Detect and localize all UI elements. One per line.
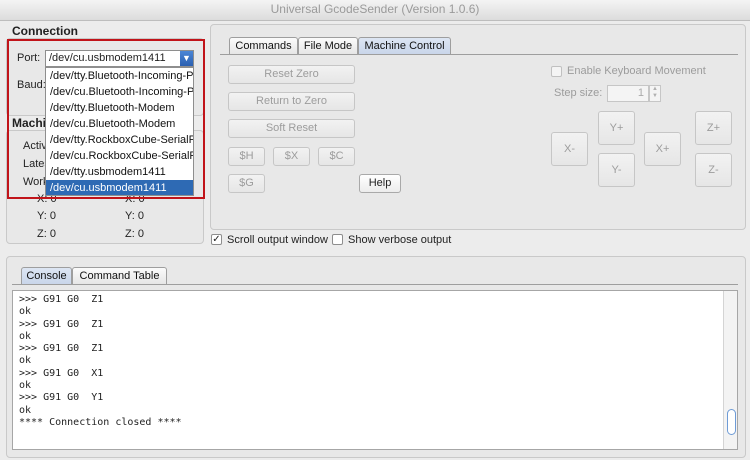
enable-keyboard-label: Enable Keyboard Movement (567, 65, 706, 77)
work-y: Y: 0 (37, 210, 56, 222)
bottom-tab-divider (12, 284, 738, 285)
verbose-output-label: Show verbose output (348, 234, 452, 246)
scroll-output-checkbox[interactable]: ✓ (211, 234, 222, 245)
console-output[interactable]: >>> G91 G0 Z1 ok >>> G91 G0 Z1 ok >>> G9… (12, 290, 738, 450)
jog-z-minus-button[interactable]: Z- (695, 153, 732, 187)
tab-machine-control[interactable]: Machine Control (358, 37, 451, 54)
enable-keyboard-checkbox[interactable] (551, 66, 562, 77)
verbose-output-checkbox[interactable] (332, 234, 343, 245)
parser-state-button[interactable]: $G (228, 174, 265, 193)
window-title-bar: Universal GcodeSender (Version 1.0.6) (0, 0, 750, 21)
console-line: >>> G91 G0 X1 (19, 367, 104, 379)
console-line: ok (19, 404, 32, 416)
console-line: >>> G91 G0 Z1 (19, 343, 104, 355)
console-line: >>> G91 G0 Z1 (19, 318, 104, 330)
tab-console[interactable]: Console (21, 267, 72, 284)
jog-y-plus-button[interactable]: Y+ (598, 111, 635, 145)
work-z: Z: 0 (37, 228, 56, 240)
console-line: >>> G91 G0 Z1 (19, 294, 104, 305)
connection-section-label: Connection (12, 24, 78, 38)
console-line: >>> G91 G0 Y1 (19, 392, 104, 404)
kill-alarm-button[interactable]: $X (273, 147, 310, 166)
jog-z-plus-button[interactable]: Z+ (695, 111, 732, 145)
jog-x-plus-button[interactable]: X+ (644, 132, 681, 166)
step-size-input[interactable]: 1 (607, 85, 649, 102)
reset-zero-button[interactable]: Reset Zero (228, 65, 355, 84)
console-line: ok (19, 330, 32, 342)
highlight-box (7, 39, 205, 199)
jog-y-minus-button[interactable]: Y- (598, 153, 635, 187)
machine-z: Z: 0 (125, 228, 144, 240)
check-mode-button[interactable]: $C (318, 147, 355, 166)
help-button[interactable]: Help (359, 174, 401, 193)
scrollbar-thumb[interactable] (727, 409, 736, 435)
console-line: ok (19, 380, 32, 392)
console-line: **** Connection closed **** (19, 416, 182, 428)
soft-reset-button[interactable]: Soft Reset (228, 119, 355, 138)
return-to-zero-button[interactable]: Return to Zero (228, 92, 355, 111)
home-button[interactable]: $H (228, 147, 265, 166)
step-size-stepper-icon[interactable]: ▲ ▼ (649, 85, 661, 102)
machine-y: Y: 0 (125, 210, 144, 222)
window-title: Universal GcodeSender (Version 1.0.6) (270, 2, 480, 16)
tab-command-table[interactable]: Command Table (72, 267, 167, 284)
step-size-label: Step size: (554, 87, 603, 99)
jog-x-minus-button[interactable]: X- (551, 132, 588, 166)
tab-divider (220, 54, 738, 55)
tab-commands[interactable]: Commands (229, 37, 298, 54)
console-line: ok (19, 355, 32, 367)
console-line: ok (19, 306, 32, 318)
tab-file-mode[interactable]: File Mode (298, 37, 358, 54)
scroll-output-label: Scroll output window (227, 234, 328, 246)
console-scrollbar[interactable] (723, 291, 737, 449)
